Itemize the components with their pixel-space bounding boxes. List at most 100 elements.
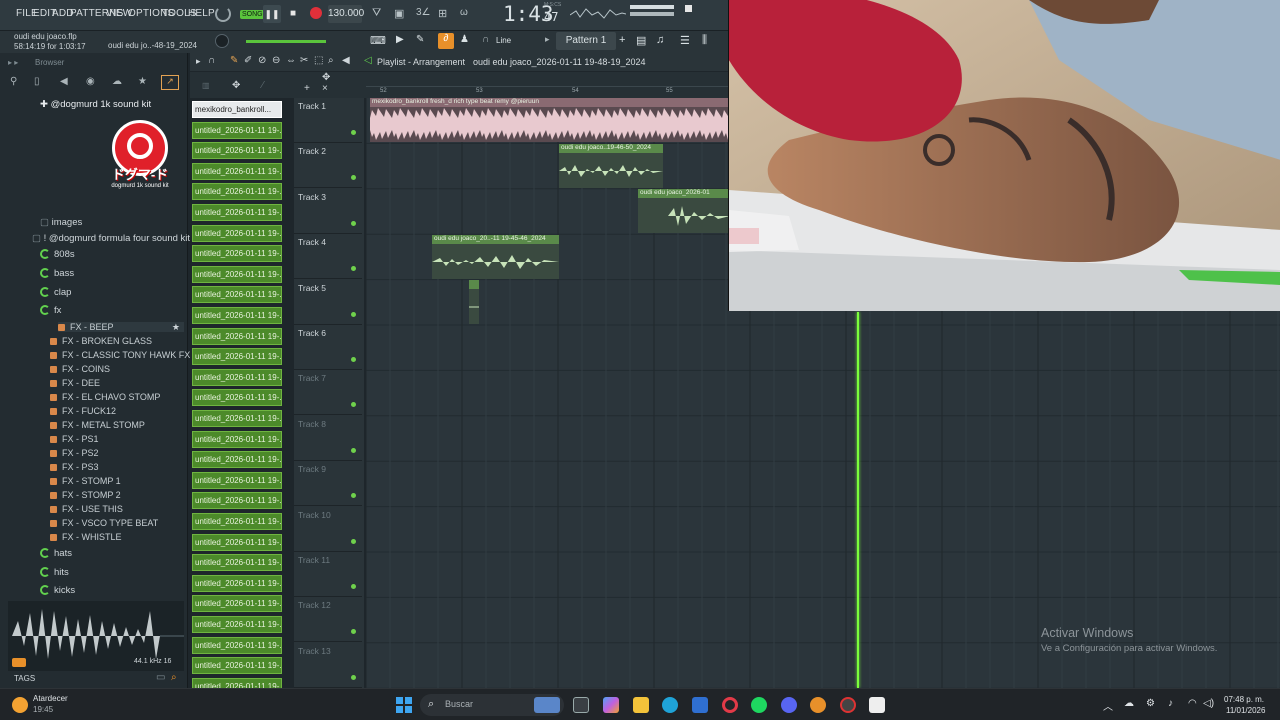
move-icon[interactable]: ✥ (232, 80, 240, 91)
copilot-icon[interactable] (603, 697, 619, 713)
fx-item-selected[interactable]: FX - BEEP ★ (58, 322, 184, 332)
start-windows-icon[interactable] (396, 697, 412, 713)
master-volume-slider[interactable] (246, 40, 326, 43)
playlist-play-icon[interactable]: ◁ (364, 55, 372, 66)
play-arrow-icon[interactable]: ▶ (396, 34, 410, 48)
arrange-move-icon[interactable]: ✥ (322, 72, 330, 83)
sample-preview[interactable]: 44.1 kHz 16 (8, 601, 184, 671)
channel-button[interactable]: untitled_2026-01-11 19-... (192, 204, 282, 221)
channel-button[interactable]: untitled_2026-01-11 19-... (192, 286, 282, 304)
track-enable-led[interactable] (351, 447, 356, 453)
browser-item-formula-kit[interactable]: ▢ ! @dogmurd formula four sound kit (32, 233, 190, 244)
playback-tool-icon[interactable]: ◀ (342, 55, 350, 66)
track-header[interactable]: Track 13 (294, 643, 362, 688)
edge-icon[interactable] (662, 697, 678, 713)
track-header[interactable]: Track 8 (294, 416, 362, 461)
file-explorer-icon[interactable] (633, 697, 649, 713)
master-pitch-knob[interactable] (215, 34, 229, 48)
cloud-icon[interactable]: ☁ (112, 76, 122, 87)
metronome-icon[interactable]: ⛛ (372, 7, 386, 21)
track-enable-led[interactable] (351, 538, 356, 544)
browser-item-fx[interactable]: fx (40, 305, 61, 316)
channel-button[interactable]: untitled_2026-01-11 19-... (192, 492, 282, 510)
zoom-tool-icon[interactable]: ⌕ (328, 55, 334, 66)
draw-tool-icon[interactable]: ✎ (230, 55, 238, 66)
channel-button[interactable]: untitled_2026-01-11 19-... (192, 595, 282, 613)
song-mode-button[interactable]: SONG (240, 10, 265, 19)
fx-item[interactable]: FX - STOMP 2 (50, 490, 121, 500)
pause-button[interactable]: ❚❚ (263, 5, 281, 23)
mixer-icon[interactable]: ⫼ (702, 34, 716, 48)
fx-item[interactable]: FX - BROKEN GLASS (50, 336, 152, 346)
discord-icon[interactable] (781, 697, 797, 713)
wifi-icon[interactable]: ◠ (1188, 698, 1197, 709)
channel-button[interactable]: untitled_2026-01-11 19-... (192, 513, 282, 530)
channel-button[interactable]: untitled_2026-01-11 19-... (192, 430, 282, 448)
browser-kit-folder[interactable]: ✚ @dogmurd 1k sound kit (40, 99, 151, 110)
track-header[interactable]: Track 11 (294, 552, 362, 597)
fx-item[interactable]: FX - COINS (50, 364, 110, 374)
pattern-selector[interactable]: Pattern 1 (556, 32, 616, 50)
track-header[interactable]: Track 6 (294, 325, 362, 370)
countdown-icon[interactable]: 3∠ (416, 7, 432, 21)
track-enable-led[interactable] (351, 584, 356, 589)
fx-item[interactable]: FX - WHISTLE (50, 532, 122, 542)
tray-cloud-icon[interactable]: ☁ (1124, 698, 1134, 709)
app-window-icon[interactable] (869, 697, 885, 713)
wait-input-icon[interactable]: ▣ (394, 7, 410, 21)
channel-button[interactable]: untitled_2026-01-11 19-... (192, 389, 282, 407)
file-icon[interactable]: ▯ (34, 76, 40, 87)
slice-tool-icon[interactable]: ✂ (300, 55, 308, 66)
weather-sun-icon[interactable] (12, 697, 28, 713)
track-enable-led[interactable] (351, 674, 356, 680)
playhead[interactable] (857, 312, 859, 688)
track-enable-led[interactable] (351, 311, 356, 317)
back-icon[interactable]: ◀ (60, 76, 68, 87)
track-header[interactable]: Track 2 (294, 143, 362, 189)
audio-clip[interactable]: mexikodro_bankroll fresh_d rich type bea… (370, 98, 730, 142)
mute-tool-icon[interactable]: ⊖ (272, 55, 280, 66)
clock-time[interactable]: 07:48 p. m. (1224, 695, 1264, 704)
channel-button[interactable]: untitled_2026-01-11 19-... (192, 451, 282, 469)
star-icon[interactable]: ★ (138, 76, 147, 87)
channel-button[interactable]: mexikodro_bankroll... (192, 101, 282, 118)
panic-button[interactable] (685, 5, 692, 12)
step-edit-icon[interactable]: ⊞ (438, 7, 454, 21)
track-header[interactable]: Track 5 (294, 280, 362, 325)
search-icon[interactable]: ⌕ (171, 672, 177, 683)
audio-clip[interactable]: oudi edu joaco..19-46-50_2024 (559, 144, 663, 188)
fx-item[interactable]: FX - METAL STOMP (50, 420, 145, 430)
channel-button[interactable]: untitled_2026-01-11 19-... (192, 574, 282, 592)
track-header[interactable]: Track 3 (294, 189, 362, 234)
channel-button[interactable]: untitled_2026-01-11 19-... (192, 368, 282, 386)
store-icon[interactable] (692, 697, 708, 713)
magnet-icon-small[interactable]: ∩ (208, 55, 215, 66)
pattern-add-icon[interactable]: + (619, 34, 629, 48)
track-header[interactable]: Track 10 (294, 507, 362, 552)
channel-button[interactable]: untitled_2026-01-11 19-... (192, 162, 282, 180)
track-enable-led[interactable] (351, 357, 356, 362)
fx-item[interactable]: FX - PS3 (50, 462, 99, 472)
channel-button[interactable]: untitled_2026-01-11 19-... (192, 410, 282, 427)
select-tool-icon[interactable]: ⬚ (314, 55, 323, 66)
add-track-icon[interactable]: + (304, 83, 310, 94)
channel-button[interactable]: untitled_2026-01-11 19-... (192, 265, 282, 283)
fx-item[interactable]: FX - DEE (50, 378, 100, 388)
pattern-prev-icon[interactable]: ▸ (545, 34, 553, 48)
keyboard-icon[interactable]: ⌨ (370, 34, 388, 48)
track-enable-led[interactable] (351, 493, 356, 499)
channel-button[interactable]: untitled_2026-01-11 19-... (192, 142, 282, 160)
audio-clip[interactable]: oudi edu joaco_20..-11 19-45-46_2024 (432, 235, 559, 279)
track-enable-led[interactable] (351, 266, 356, 272)
track-enable-led[interactable] (351, 629, 356, 635)
track-header[interactable]: Track 9 (294, 461, 362, 507)
stamp-icon[interactable]: ♟ (460, 34, 474, 48)
channel-button[interactable]: untitled_2026-01-11 19-... (192, 327, 282, 345)
track-enable-led[interactable] (351, 130, 356, 135)
pin-icon[interactable]: ⚲ (10, 76, 17, 87)
play-preview-icon[interactable] (12, 658, 26, 667)
browser-item-kicks[interactable]: kicks (40, 585, 75, 596)
playlist-breadcrumb[interactable]: oudi edu joaco_2026-01-11 19-48-19_2024 (473, 57, 645, 67)
snap-selector[interactable]: Line (496, 36, 511, 45)
fx-item[interactable]: FX - USE THIS (50, 504, 123, 514)
